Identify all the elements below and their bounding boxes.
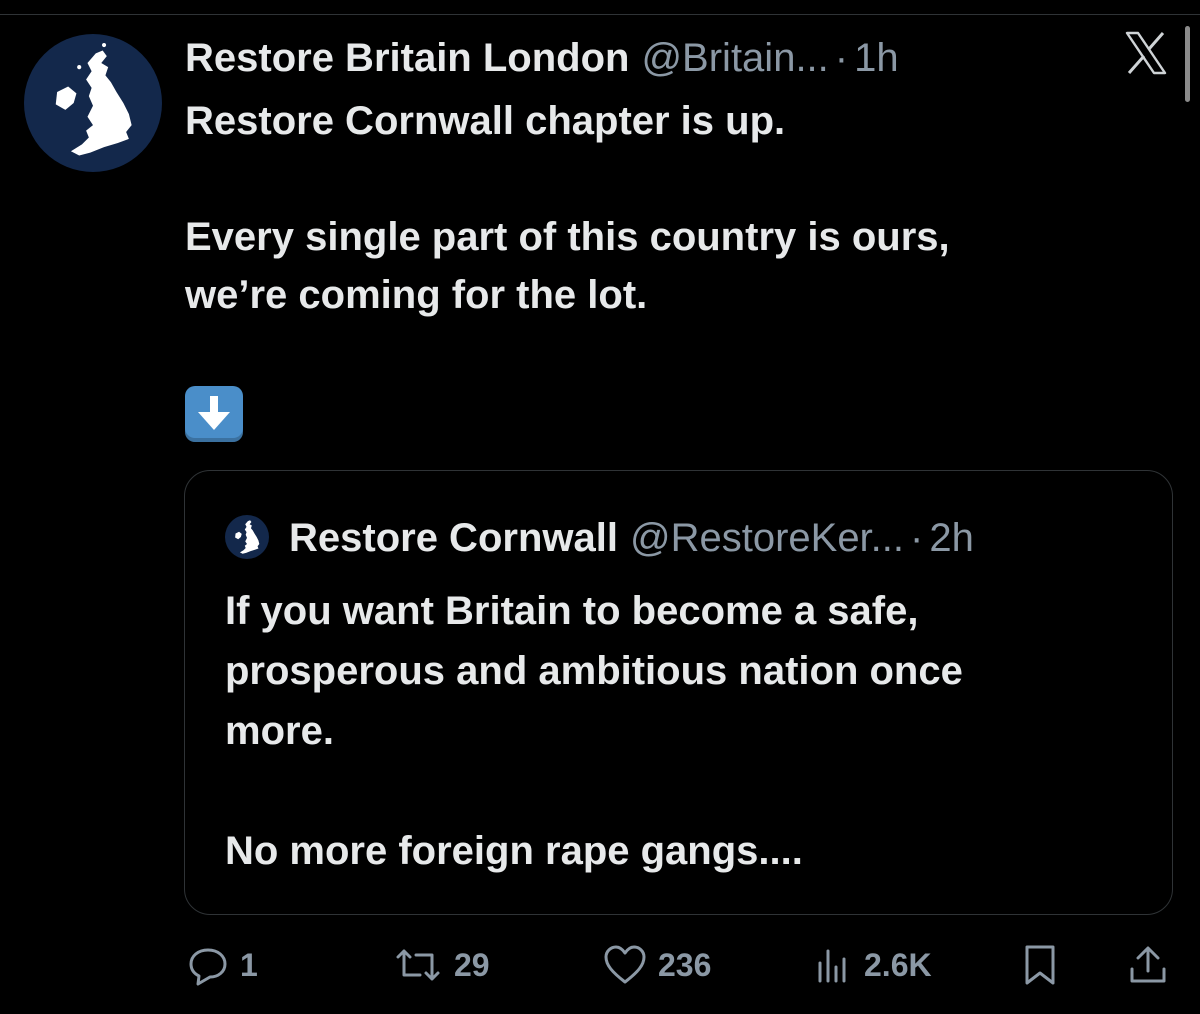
views-count: 2.6K bbox=[864, 946, 932, 983]
top-divider bbox=[0, 14, 1200, 15]
heart-icon bbox=[604, 945, 646, 984]
quoted-display-name[interactable]: Restore Cornwall bbox=[289, 516, 618, 561]
quoted-tweet-text: If you want Britain to become a safe, pr… bbox=[225, 581, 1125, 881]
quoted-tweet-card[interactable]: Restore Cornwall @RestoreKer... · 2h If … bbox=[184, 470, 1173, 915]
separator-dot: · bbox=[834, 35, 849, 80]
reply-button[interactable]: 1 bbox=[186, 940, 258, 990]
quoted-text-line: prosperous and ambitious nation once bbox=[225, 649, 963, 693]
quoted-text-line: more. bbox=[225, 709, 334, 753]
separator-dot: · bbox=[910, 515, 924, 560]
bookmark-icon bbox=[1025, 945, 1055, 985]
share-icon bbox=[1130, 946, 1166, 983]
quoted-avatar[interactable] bbox=[225, 515, 269, 559]
share-button[interactable] bbox=[1126, 940, 1170, 990]
action-bar: 1 29 236 2.6K bbox=[0, 940, 1200, 990]
quoted-timestamp[interactable]: 2h bbox=[929, 516, 974, 561]
views-button[interactable]: 2.6K bbox=[814, 940, 932, 990]
like-button[interactable]: 236 bbox=[602, 940, 711, 990]
quoted-text-line: If you want Britain to become a safe, bbox=[225, 589, 919, 633]
tweet-header: Restore Britain London @Britain... · 1h bbox=[185, 30, 899, 86]
uk-map-icon bbox=[55, 42, 132, 156]
quoted-text-line: No more foreign rape gangs.... bbox=[225, 829, 803, 873]
quoted-header: Restore Cornwall @RestoreKer... · 2h bbox=[289, 511, 974, 565]
uk-map-icon bbox=[235, 520, 260, 554]
tweet-text-line: Every single part of this country is our… bbox=[185, 215, 950, 259]
display-name[interactable]: Restore Britain London bbox=[185, 36, 629, 81]
scrollbar[interactable] bbox=[1185, 26, 1190, 102]
reply-icon bbox=[189, 948, 227, 986]
x-logo-icon bbox=[1123, 30, 1169, 76]
timestamp[interactable]: 1h bbox=[854, 36, 899, 81]
repost-icon bbox=[396, 949, 440, 981]
repost-count: 29 bbox=[454, 946, 490, 983]
tweet-text: Restore Cornwall chapter is up. Every si… bbox=[185, 92, 1145, 324]
bookmark-button[interactable] bbox=[1020, 940, 1060, 990]
profile-avatar[interactable] bbox=[24, 34, 162, 172]
tweet-text-line: Restore Cornwall chapter is up. bbox=[185, 99, 786, 143]
down-arrow-emoji bbox=[185, 386, 243, 442]
tweet-text-line: we’re coming for the lot. bbox=[185, 273, 648, 317]
reply-count: 1 bbox=[240, 946, 258, 983]
like-count: 236 bbox=[658, 946, 712, 983]
repost-button[interactable]: 29 bbox=[392, 940, 490, 990]
user-handle[interactable]: @Britain... bbox=[641, 36, 828, 81]
views-icon bbox=[818, 949, 846, 983]
quoted-user-handle[interactable]: @RestoreKer... bbox=[630, 516, 904, 561]
